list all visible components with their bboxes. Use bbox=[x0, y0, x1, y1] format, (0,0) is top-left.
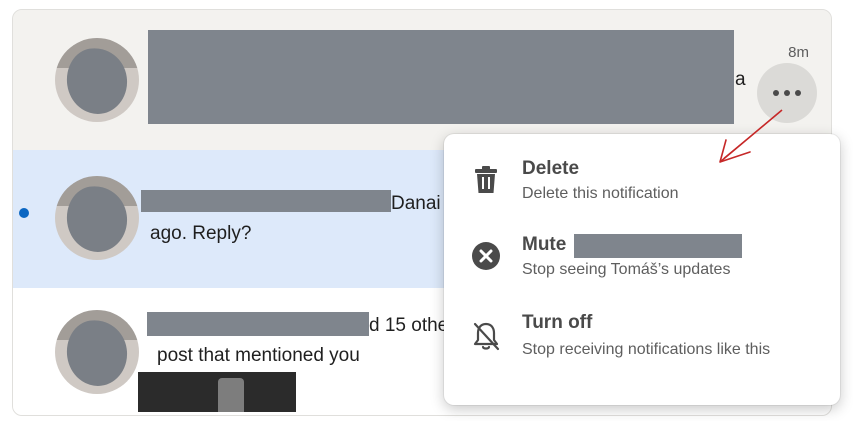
menu-item-turn-off[interactable]: Turn off Stop receiving notifications li… bbox=[444, 306, 840, 396]
redacted-text bbox=[141, 190, 391, 212]
more-horizontal-icon bbox=[773, 90, 801, 96]
notification-time: 8m bbox=[788, 44, 809, 61]
mute-x-icon bbox=[468, 238, 504, 274]
menu-item-description: Delete this notification bbox=[522, 185, 679, 202]
annotation-arrow-icon bbox=[719, 109, 783, 163]
menu-item-description: Stop seeing Tomáš’s updates bbox=[522, 261, 731, 278]
notification-body: post that mentioned you bbox=[157, 345, 360, 366]
redacted-text bbox=[148, 30, 734, 124]
menu-item-description: Stop receiving notifications like this bbox=[522, 341, 771, 358]
unread-indicator bbox=[19, 208, 29, 218]
avatar[interactable] bbox=[55, 176, 139, 260]
notification-text-fragment: d 15 othe bbox=[369, 315, 449, 336]
avatar[interactable] bbox=[55, 310, 139, 394]
menu-item-title: Mute bbox=[522, 234, 567, 255]
notification-item[interactable]: a 8m bbox=[13, 10, 831, 150]
notification-name: Danai bbox=[391, 193, 441, 214]
avatar[interactable] bbox=[55, 38, 139, 122]
menu-item-mute[interactable]: Mute Stop seeing Tomáš’s updates bbox=[444, 228, 840, 300]
redacted-text bbox=[147, 312, 369, 336]
notification-body: ago. Reply? bbox=[150, 223, 252, 244]
menu-item-title: Delete bbox=[522, 158, 580, 179]
redacted-text bbox=[574, 234, 742, 258]
post-thumbnail[interactable] bbox=[138, 372, 296, 412]
trash-icon bbox=[468, 162, 504, 198]
notification-options-menu: Delete Delete this notification Mute Sto… bbox=[444, 134, 840, 405]
menu-item-title: Turn off bbox=[522, 312, 593, 333]
bell-off-icon bbox=[468, 318, 504, 354]
notification-text-fragment: a bbox=[735, 69, 746, 90]
